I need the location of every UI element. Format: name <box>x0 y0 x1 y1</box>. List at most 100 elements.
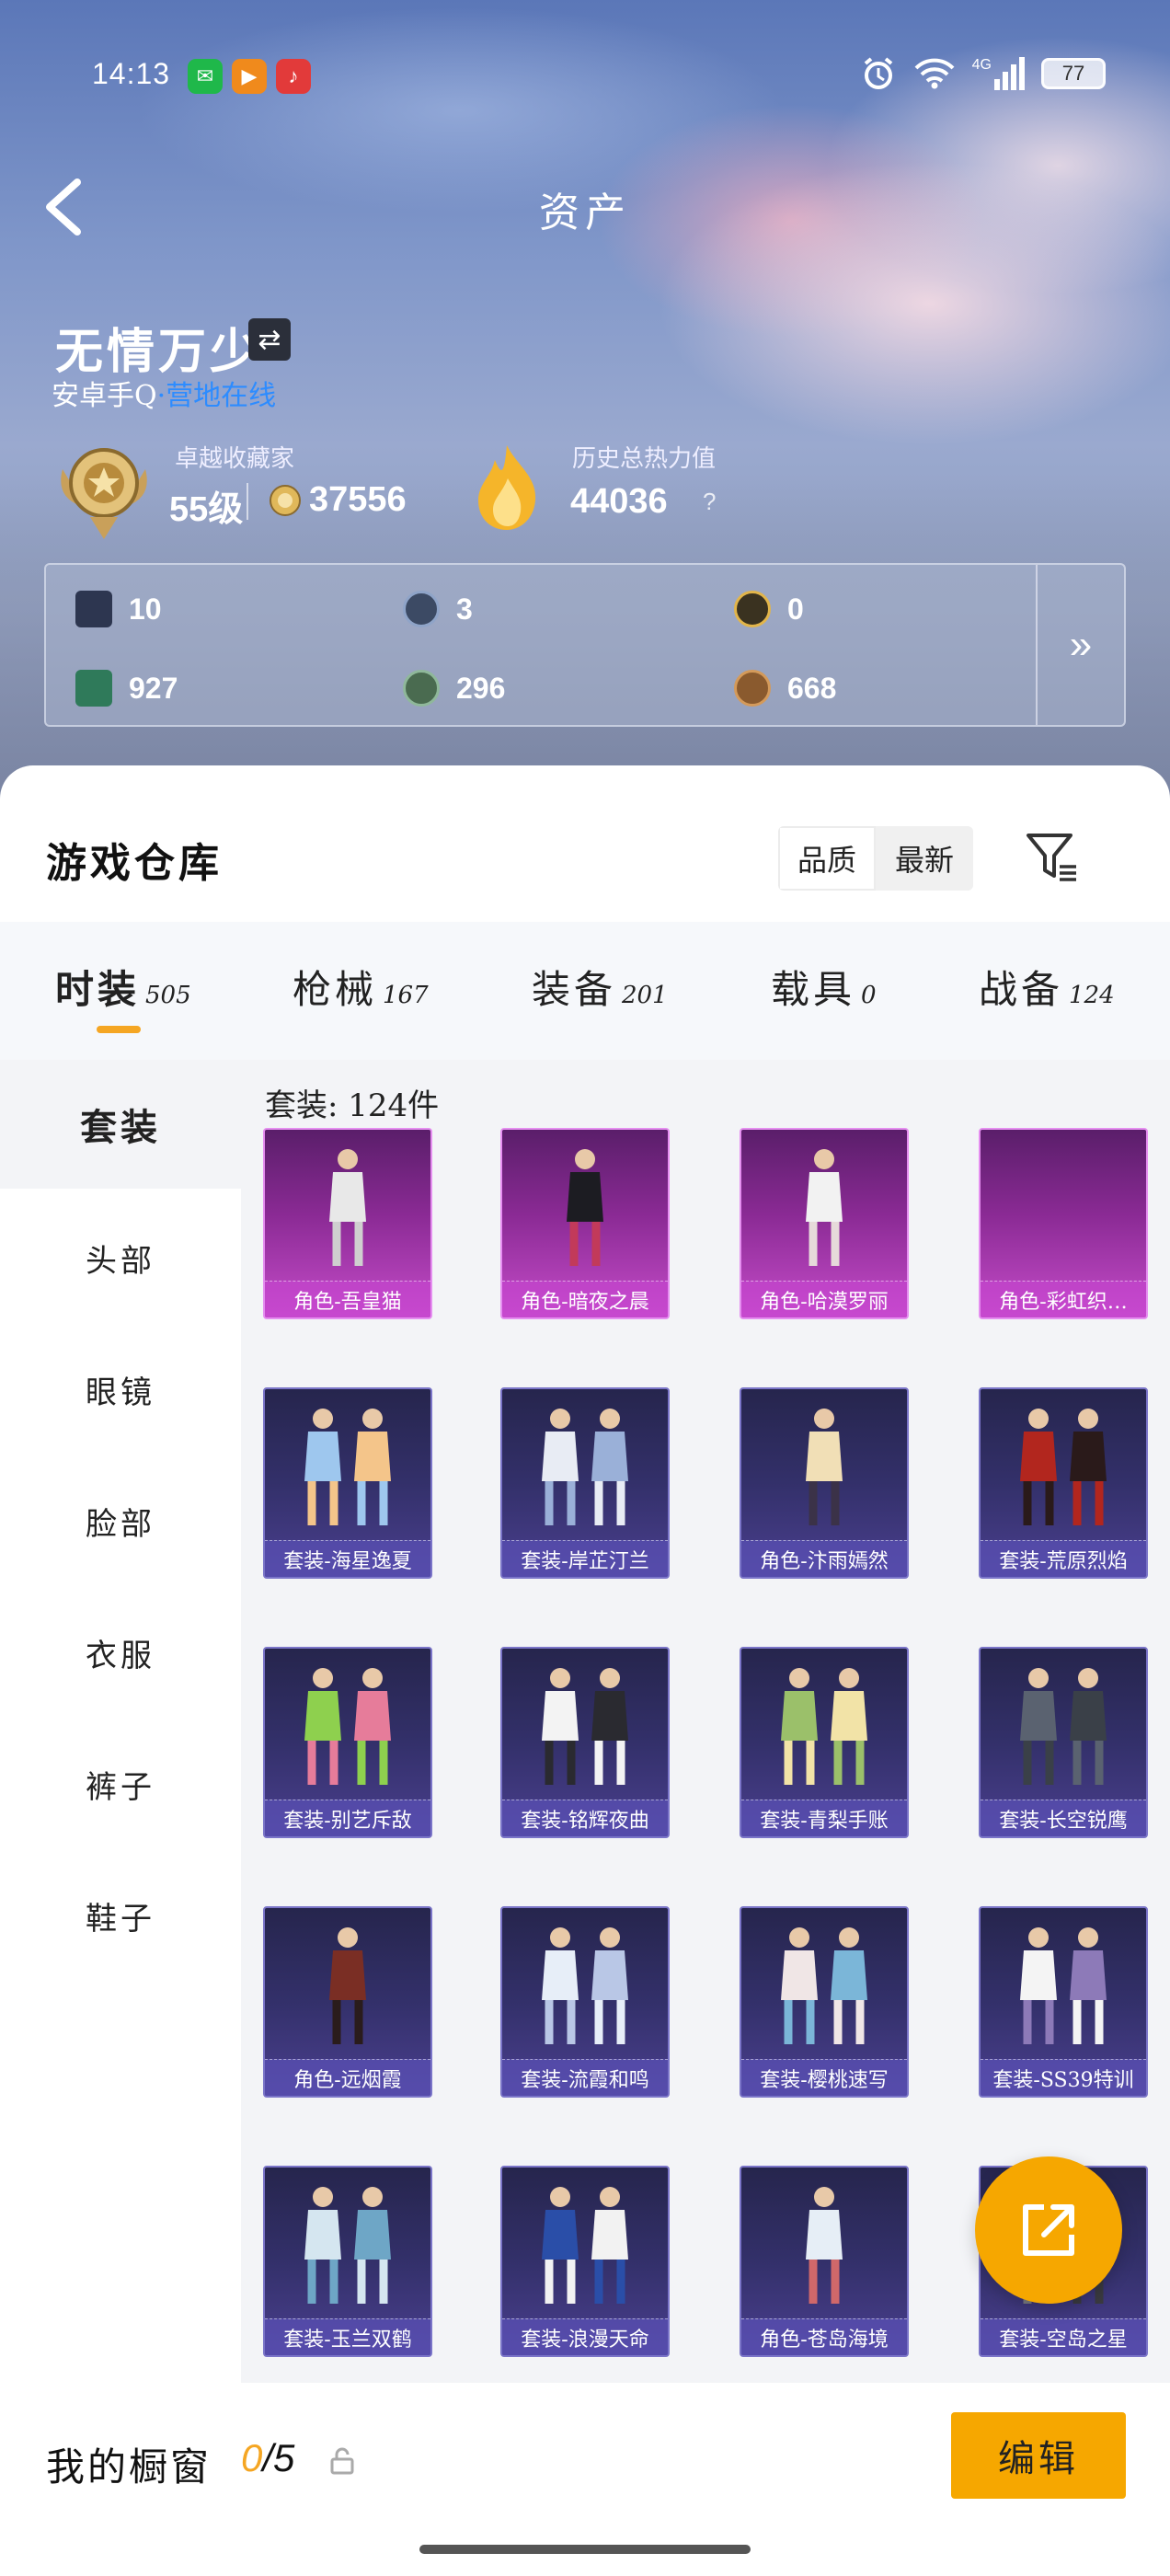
alarm-icon <box>864 57 892 89</box>
item-card[interactable]: 套装-樱桃速写 <box>740 1906 909 2098</box>
item-card[interactable]: 套装-长空锐鹰 <box>979 1647 1148 1838</box>
outfit-figure <box>502 1139 668 1277</box>
heat-title: 历史总热力值 <box>572 445 717 473</box>
edit-button[interactable]: 编辑 <box>951 2412 1126 2499</box>
outfit-figure <box>741 1398 907 1536</box>
points-value: 37556 <box>309 480 407 519</box>
item-name: 套装-青梨手账 <box>741 1800 907 1836</box>
item-card[interactable]: 套装-流霞和鸣 <box>500 1906 670 2098</box>
currency-item: 0 <box>734 591 804 627</box>
item-card[interactable]: 套装-岸芷汀兰 <box>500 1387 670 1579</box>
outfit-figure <box>265 1398 430 1536</box>
outfit-figure <box>741 1139 907 1277</box>
sort-toggle: 品质 最新 <box>778 826 973 891</box>
active-tab-indicator <box>97 1026 141 1033</box>
tab-label: 时装 <box>55 967 141 1012</box>
item-name: 套装-别艺斥敌 <box>265 1800 430 1836</box>
tab-equipment[interactable]: 装备 201 <box>532 959 668 1015</box>
filter-icon[interactable] <box>1025 830 1080 885</box>
switch-account-button[interactable]: ⇄ <box>248 318 291 361</box>
player-platform-line: 安卓手Q·营地在线 <box>52 373 276 413</box>
item-card[interactable]: 角色-远烟霞 <box>263 1906 432 2098</box>
profile-header: 14:13 ✉ ▶ ♪ 4G 77 资产 无情万少 ⇄ 安卓手Q·营地在线 卓越… <box>0 0 1170 810</box>
share-button[interactable] <box>975 2156 1122 2304</box>
tab-label: 战备 <box>979 967 1064 1012</box>
sidebar-item-head[interactable]: 头部 <box>0 1193 241 1322</box>
item-card[interactable]: 套装-浪漫天命 <box>500 2166 670 2357</box>
tab-supplies[interactable]: 战备 124 <box>979 959 1115 1015</box>
online-status: ·营地在线 <box>156 380 277 412</box>
sidebar-item-pants[interactable]: 裤子 <box>0 1719 241 1848</box>
music-app-icon: ♪ <box>276 59 311 94</box>
item-name: 套装-樱桃速写 <box>741 2059 907 2096</box>
item-name: 套装-浪漫天命 <box>502 2318 668 2355</box>
item-card[interactable]: 角色-苍岛海境 <box>740 2166 909 2357</box>
coin-icon <box>270 485 301 516</box>
gold-coin-icon <box>734 591 771 627</box>
showcase-total: /5 <box>262 2436 295 2479</box>
outfit-figure <box>741 2177 907 2315</box>
item-card[interactable]: 套装-铭辉夜曲 <box>500 1647 670 1838</box>
item-name: 套装-流霞和鸣 <box>502 2059 668 2096</box>
item-card[interactable]: 套装-荒原烈焰 <box>979 1387 1148 1579</box>
currency-item: 3 <box>403 591 473 627</box>
item-name: 角色-哈漠罗丽 <box>741 1281 907 1317</box>
item-name: 角色-远烟霞 <box>265 2059 430 2096</box>
currency-value: 3 <box>456 592 473 626</box>
outfit-figure <box>265 1917 430 2055</box>
outfit-figure <box>502 1398 668 1536</box>
sidebar-item-face[interactable]: 脸部 <box>0 1456 241 1585</box>
item-name: 套装-玉兰双鹤 <box>265 2318 430 2355</box>
network-type: 4G <box>971 57 992 73</box>
sidebar-item-clothes[interactable]: 衣服 <box>0 1588 241 1717</box>
currency-item: 927 <box>75 670 178 707</box>
category-tabs: 时装 505 枪械 167 装备 201 载具 0 战备 124 <box>0 922 1170 1060</box>
item-name: 角色-暗夜之晨 <box>502 1281 668 1317</box>
heat-value: 44036 <box>570 482 668 521</box>
item-count-label: 套装: 124件 <box>265 1087 440 1124</box>
wifi-icon <box>914 58 955 89</box>
item-name: 角色-汴雨嫣然 <box>741 1540 907 1577</box>
sort-by-newest[interactable]: 最新 <box>876 826 973 891</box>
sort-by-quality[interactable]: 品质 <box>778 826 876 891</box>
currency-panel: 10 3 0 927 296 668 » <box>44 563 1126 727</box>
video-app-icon: ▶ <box>232 59 267 94</box>
bronze-coin-icon <box>734 670 771 707</box>
item-name: 套装-荒原烈焰 <box>981 1540 1146 1577</box>
item-name: 套装-SS39特训 <box>981 2059 1146 2096</box>
item-card[interactable]: 角色-哈漠罗丽 <box>740 1128 909 1319</box>
tab-guns[interactable]: 枪械 167 <box>292 959 429 1015</box>
tab-count: 167 <box>383 982 429 1009</box>
warehouse-sheet: 游戏仓库 品质 最新 时装 505 枪械 167 装备 201 载具 0 战备 … <box>0 765 1170 2576</box>
outfit-figure <box>265 2177 430 2315</box>
item-card[interactable]: 角色-汴雨嫣然 <box>740 1387 909 1579</box>
sub-category-sidebar: 套装 头部 眼镜 脸部 衣服 裤子 鞋子 <box>0 1060 241 2576</box>
sidebar-item-shoes[interactable]: 鞋子 <box>0 1851 241 1980</box>
showcase-count: 0/5 <box>241 2436 294 2480</box>
item-card[interactable]: 角色-吾皇猫 <box>263 1128 432 1319</box>
status-time: 14:13 <box>92 57 171 90</box>
item-card[interactable]: 套装-SS39特训 <box>979 1906 1148 2098</box>
showcase-current: 0 <box>241 2436 263 2479</box>
item-card[interactable]: 角色-彩虹织… <box>979 1128 1148 1319</box>
player-name: 无情万少 <box>55 324 262 380</box>
tab-fashion[interactable]: 时装 505 <box>55 959 191 1015</box>
item-card[interactable]: 套装-海星逸夏 <box>263 1387 432 1579</box>
outfit-figure <box>981 1139 1146 1277</box>
item-card[interactable]: 套装-别艺斥敌 <box>263 1647 432 1838</box>
sidebar-item-glasses[interactable]: 眼镜 <box>0 1325 241 1454</box>
home-indicator[interactable] <box>419 2545 751 2554</box>
tab-vehicles[interactable]: 载具 0 <box>771 959 877 1015</box>
help-icon[interactable]: ? <box>703 488 716 516</box>
card-ticket-icon <box>75 591 112 627</box>
item-card[interactable]: 角色-暗夜之晨 <box>500 1128 670 1319</box>
signal-icon: 4G <box>972 57 1025 90</box>
wechat-icon: ✉ <box>188 59 223 94</box>
outfit-figure <box>502 1917 668 2055</box>
more-currency-button[interactable]: » <box>1038 565 1124 725</box>
item-card[interactable]: 套装-玉兰双鹤 <box>263 2166 432 2357</box>
item-card[interactable]: 套装-青梨手账 <box>740 1647 909 1838</box>
outfit-figure <box>265 1658 430 1796</box>
currency-item: 10 <box>75 591 162 627</box>
sidebar-item-suits[interactable]: 套装 <box>0 1060 241 1189</box>
